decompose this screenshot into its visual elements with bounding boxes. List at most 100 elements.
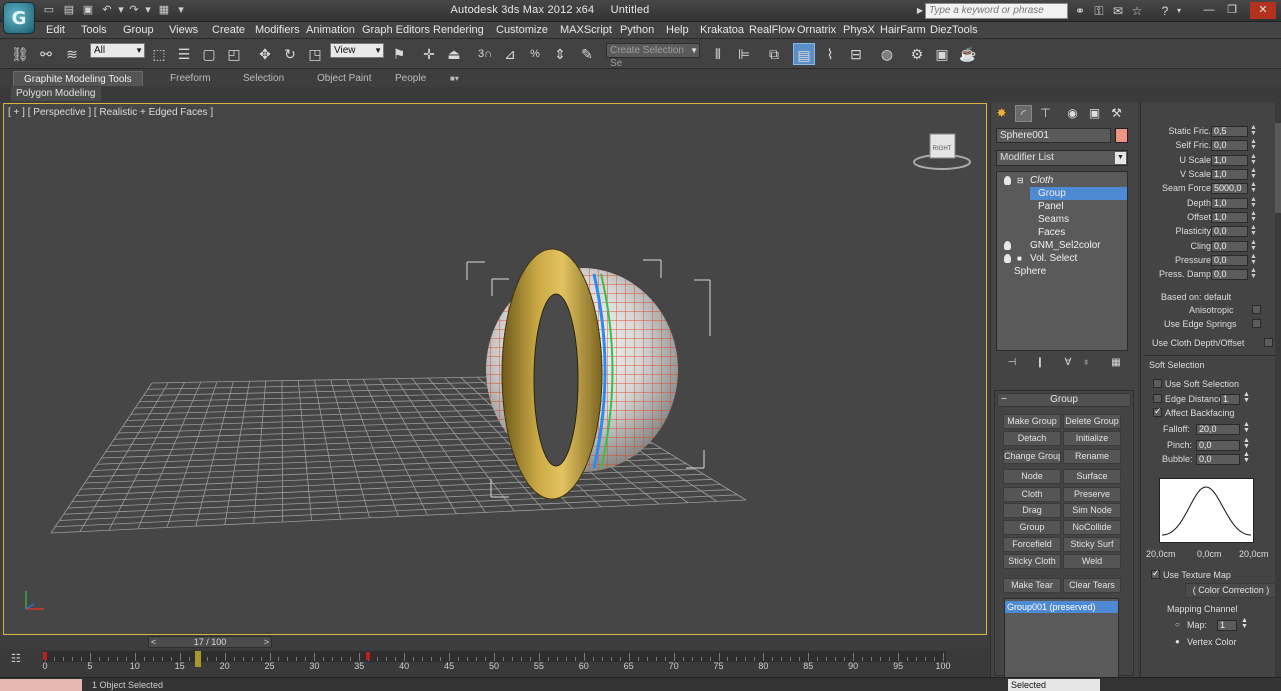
unlink-selection-icon[interactable]: ⚯ — [35, 43, 57, 65]
window-crossing-icon[interactable]: ◰ — [223, 43, 245, 65]
stack-item-cloth[interactable]: ⊟ Cloth — [997, 174, 1127, 187]
render-setup-icon[interactable]: ⚙ — [906, 43, 928, 65]
mini-curve-editor-icon[interactable]: ☷ — [11, 652, 27, 666]
group-list-item[interactable]: Group001 (preserved) — [1005, 601, 1118, 613]
remove-modifier-icon[interactable]: ♁ — [1078, 355, 1094, 371]
stack-item-vol-select[interactable]: ■ Vol. Select — [997, 252, 1127, 265]
polygon-modeling-panel[interactable]: Polygon Modeling — [11, 87, 101, 101]
viewcube[interactable]: RIGHT — [913, 133, 971, 170]
menu-maxscript[interactable]: MAXScript — [560, 24, 612, 36]
rectangular-selection-icon[interactable]: ▢ — [198, 43, 220, 65]
menu-graph-editors[interactable]: Graph Editors — [362, 24, 430, 36]
keyboard-shortcut-override-icon[interactable]: ⏏ — [443, 43, 465, 65]
menu-python[interactable]: Python — [620, 24, 654, 36]
manipulate-icon[interactable]: ✛ — [418, 43, 440, 65]
stack-item-group[interactable]: Group — [1030, 187, 1127, 200]
falloff-input[interactable]: 20,0 — [1196, 424, 1240, 435]
lightbulb-icon[interactable] — [1004, 241, 1011, 250]
time-slider[interactable]: < 17 / 100 > — [148, 636, 272, 648]
layer-manager-icon[interactable]: ⧉ — [763, 43, 785, 65]
menu-help[interactable]: Help — [666, 24, 689, 36]
next-frame-icon[interactable]: > — [264, 637, 269, 647]
communication-icon[interactable]: ✉ — [1110, 3, 1126, 19]
rendered-frame-window-icon[interactable]: ▣ — [931, 43, 953, 65]
stack-item-sphere[interactable]: Sphere — [997, 265, 1127, 278]
menu-hairfarm[interactable]: HairFarm — [880, 24, 926, 36]
spinner-icon[interactable]: ▲ ▼ — [1250, 224, 1257, 237]
select-by-name-icon[interactable]: ☰ — [173, 43, 195, 65]
menu-edit[interactable]: Edit — [46, 24, 65, 36]
angle-snap-icon[interactable]: ⊿ — [499, 43, 521, 65]
spinner-icon[interactable]: ▲ ▼ — [1250, 153, 1257, 166]
align-icon[interactable]: ⊫ — [733, 43, 755, 65]
modifier-list-dropdown[interactable]: Modifier List ▼ — [996, 150, 1128, 166]
hierarchy-tab-icon[interactable]: ⊤ — [1037, 105, 1054, 122]
binoculars-icon[interactable]: ⚭ — [1072, 3, 1088, 19]
param-input[interactable]: 1,0 — [1211, 155, 1248, 166]
spinner-icon[interactable]: ▲ ▼ — [1243, 437, 1250, 450]
anisotropic-checkbox[interactable] — [1252, 305, 1261, 314]
timeline[interactable]: ☷ 0 5 10 15 20 25 30 35 40 45 50 55 60 65 70 75 80 85 90 95… — [0, 649, 990, 677]
tab-people[interactable]: People — [385, 71, 436, 86]
panel-scrollbar[interactable] — [1275, 103, 1281, 677]
menu-realflow[interactable]: RealFlow — [749, 24, 795, 36]
show-end-result-icon[interactable]: ❙ — [1032, 355, 1048, 371]
edge-distance-input[interactable]: 1 — [1220, 394, 1240, 405]
collapse-icon[interactable]: ⊟ — [1017, 174, 1024, 187]
sticky-surf-button[interactable]: Sticky Surf — [1063, 537, 1121, 552]
pinch-input[interactable]: 0,0 — [1196, 440, 1240, 451]
surface-button[interactable]: Surface — [1063, 469, 1121, 484]
radio-selected-icon[interactable]: ● — [1175, 637, 1180, 646]
modify-tab-icon[interactable]: ◜ — [1015, 105, 1032, 122]
soft-selection-title[interactable]: Soft Selection — [1149, 360, 1205, 370]
pivot-center-icon[interactable]: ⚑ — [388, 43, 410, 65]
menu-modifiers[interactable]: Modifiers — [255, 24, 300, 36]
utilities-tab-icon[interactable]: ⚒ — [1108, 105, 1125, 122]
tab-object-paint[interactable]: Object Paint — [307, 71, 381, 86]
radio-unselected-icon[interactable]: ○ — [1175, 620, 1180, 629]
reference-coordinate-dropdown[interactable]: View ▼ — [330, 43, 384, 58]
make-tear-button[interactable]: Make Tear — [1003, 578, 1061, 593]
group-list[interactable]: Group001 (preserved) — [1004, 598, 1119, 678]
forcefield-button[interactable]: Forcefield — [1003, 537, 1061, 552]
cloth-button[interactable]: Cloth — [1003, 487, 1061, 502]
drag-button[interactable]: Drag — [1003, 503, 1061, 518]
spinner-icon[interactable]: ▲ ▼ — [1243, 391, 1250, 404]
spinner-icon[interactable]: ▲ ▼ — [1250, 253, 1257, 266]
app-logo-icon[interactable]: G — [3, 2, 35, 34]
param-input[interactable]: 0,0 — [1211, 140, 1248, 151]
stack-item-gnm-sel2color[interactable]: GNM_Sel2color — [997, 239, 1127, 252]
stack-item-panel[interactable]: Panel — [997, 200, 1127, 213]
spinner-icon[interactable]: ▲ ▼ — [1250, 181, 1257, 194]
edge-distance-checkbox[interactable] — [1153, 394, 1162, 403]
sticky-cloth-button[interactable]: Sticky Cloth — [1003, 554, 1061, 569]
menu-customize[interactable]: Customize — [496, 24, 548, 36]
param-input[interactable]: 5000,0 — [1211, 183, 1248, 194]
spinner-icon[interactable]: ▲ ▼ — [1250, 196, 1257, 209]
scale-icon[interactable]: ◳ — [304, 43, 326, 65]
current-frame-marker[interactable] — [194, 651, 201, 667]
object-color-swatch[interactable] — [1115, 128, 1128, 143]
rotate-icon[interactable]: ↻ — [279, 43, 301, 65]
select-object-icon[interactable]: ⬚ — [148, 43, 170, 65]
color-correction-button[interactable]: ( Color Correction ) — [1185, 583, 1277, 598]
torus-collider[interactable] — [501, 248, 603, 500]
named-selection-dropdown[interactable]: Create Selection Se ▼ — [606, 43, 700, 69]
spinner-icon[interactable]: ▲ ▼ — [1250, 167, 1257, 180]
minimize-button[interactable]: — — [1199, 2, 1219, 19]
lightbulb-icon[interactable] — [1004, 254, 1011, 263]
menu-physx[interactable]: PhysX — [843, 24, 875, 36]
create-tab-icon[interactable]: ✸ — [993, 105, 1010, 122]
snaps-toggle-icon[interactable]: 3∩ — [474, 43, 496, 65]
rename-button[interactable]: Rename — [1063, 449, 1121, 464]
spinner-icon[interactable]: ▲ ▼ — [1250, 267, 1257, 280]
param-input[interactable]: 0,0 — [1211, 255, 1248, 266]
graphite-ribbon-toggle-icon[interactable]: ▤ — [793, 43, 815, 65]
param-input[interactable]: 0,5 — [1211, 126, 1248, 137]
maxscript-listener[interactable] — [0, 679, 82, 691]
menu-dieztools[interactable]: DiezTools — [930, 24, 978, 36]
delete-group-button[interactable]: Delete Group — [1063, 414, 1121, 429]
help-search-input[interactable]: Type a keyword or phrase — [925, 3, 1068, 19]
select-and-link-icon[interactable]: ⛓ — [9, 43, 31, 65]
weld-button[interactable]: Weld — [1063, 554, 1121, 569]
